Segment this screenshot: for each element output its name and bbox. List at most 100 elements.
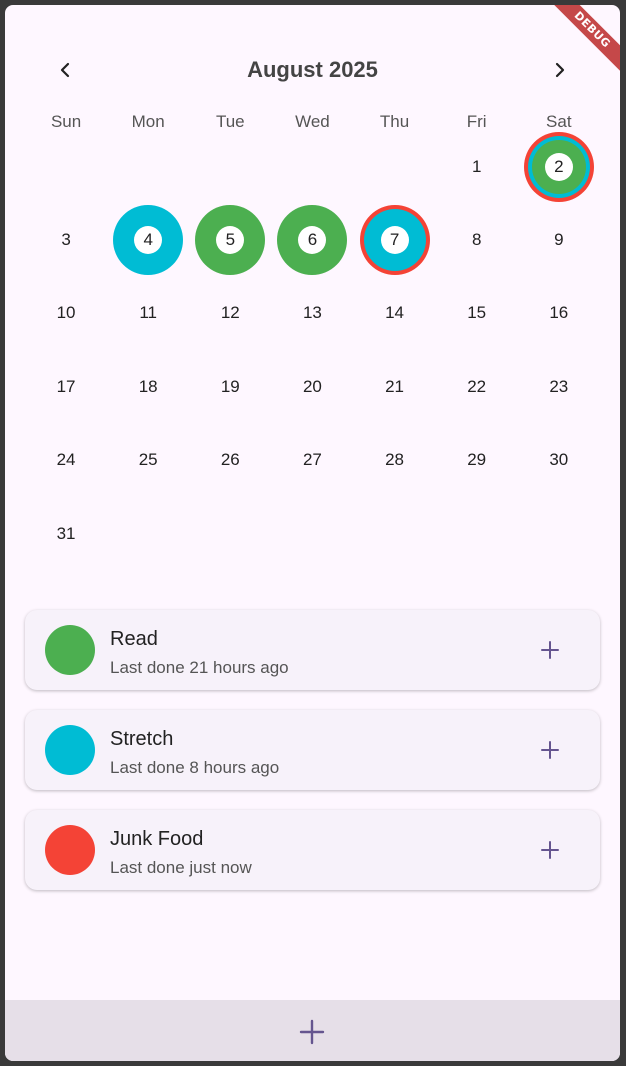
calendar-empty-cell [354,497,436,570]
calendar-day-27[interactable]: 27 [271,424,353,497]
day-number: 28 [385,450,405,470]
habit-name: Junk Food [110,828,204,850]
calendar-day-2[interactable]: 2 [518,130,600,203]
day-number: 20 [302,376,322,396]
day-number: 4 [143,230,153,250]
day-number: 14 [385,303,405,323]
calendar-day-5[interactable]: 5 [189,203,271,276]
calendar-week: 10 11 12 13 14 15 16 [25,277,600,350]
plus-icon [299,1019,325,1045]
habit-name: Read [110,628,158,650]
weekday-label: Fri [466,112,487,131]
weekday-label: Sat [546,112,572,131]
calendar-day-26[interactable]: 26 [189,424,271,497]
calendar-week: 24 25 26 27 28 29 30 [25,424,600,497]
calendar-empty-cell [189,130,271,203]
calendar-week: 3 4 5 6 7 8 9 [25,203,600,276]
habit-color-dot [45,725,95,775]
habit-last-done: Last done 21 hours ago [110,658,289,677]
next-month-button[interactable] [540,50,580,90]
calendar-empty-cell [25,130,107,203]
calendar-day-13[interactable]: 13 [271,277,353,350]
day-number: 29 [467,450,487,470]
calendar-empty-cell [189,497,271,570]
calendar-day-9[interactable]: 9 [518,203,600,276]
day-number: 6 [307,230,318,250]
calendar-day-4[interactable]: 4 [107,203,189,276]
calendar-day-11[interactable]: 11 [107,277,189,350]
calendar-empty-cell [107,497,189,570]
day-number: 30 [549,450,569,470]
day-number: 11 [139,303,158,323]
calendar-day-24[interactable]: 24 [25,424,107,497]
habit-color-dot [45,625,95,675]
add-entry-button[interactable] [530,630,570,670]
day-number: 8 [471,230,482,250]
calendar-day-19[interactable]: 19 [189,350,271,423]
habit-last-done: Last done 8 hours ago [110,758,280,777]
calendar-day-16[interactable]: 16 [518,277,600,350]
day-number: 2 [554,156,564,176]
weekday-label: Thu [379,112,410,131]
calendar-day-29[interactable]: 29 [436,424,518,497]
calendar-day-23[interactable]: 23 [518,350,600,423]
calendar-day-17[interactable]: 17 [25,350,107,423]
weekday-label: Wed [295,112,330,131]
day-number: 12 [220,303,240,323]
calendar-day-21[interactable]: 21 [354,350,436,423]
habit-list: Read Last done 21 hours ago Stretch Last… [25,610,600,910]
weekday-row: Sun Mon Tue Wed Thu Fri Sat [25,112,600,132]
habit-card-read[interactable]: Read Last done 21 hours ago [25,610,600,690]
calendar-day-20[interactable]: 20 [271,350,353,423]
calendar-week: 12 [25,130,600,203]
add-entry-button[interactable] [530,830,570,870]
weekday-label: Tue [215,112,245,131]
day-number: 16 [549,303,569,323]
calendar-day-22[interactable]: 22 [436,350,518,423]
weekday-label: Mon [131,112,165,131]
habit-card-junk-food[interactable]: Junk Food Last done just now [25,810,600,890]
habit-name: Stretch [110,728,174,750]
day-number: 7 [389,230,400,250]
calendar-day-1[interactable]: 1 [436,130,518,203]
app-screen: DEBUG August 2025 Sun Mon Tue Wed Thu Fr… [5,5,620,1061]
calendar-empty-cell [436,497,518,570]
calendar-day-28[interactable]: 28 [354,424,436,497]
habit-last-done: Last done just now [110,858,252,877]
plus-icon [541,741,559,759]
calendar-week: 17 18 19 20 21 22 23 [25,350,600,423]
chevron-right-icon [555,62,565,78]
day-number: 10 [56,303,76,323]
calendar-day-30[interactable]: 30 [518,424,600,497]
add-habit-button[interactable] [292,1012,332,1052]
calendar-day-25[interactable]: 25 [107,424,189,497]
calendar-day-3[interactable]: 3 [25,203,107,276]
day-number: 18 [138,376,158,396]
calendar-day-15[interactable]: 15 [436,277,518,350]
calendar-day-6[interactable]: 6 [271,203,353,276]
day-number: 26 [220,450,240,470]
day-number: 9 [554,230,564,250]
calendar-day-14[interactable]: 14 [354,277,436,350]
add-entry-button[interactable] [530,730,570,770]
month-title: August 2025 [247,57,378,82]
calendar-empty-cell [271,130,353,203]
day-number: 31 [56,523,76,543]
calendar-day-31[interactable]: 31 [25,497,107,570]
calendar-empty-cell [518,497,600,570]
calendar-day-18[interactable]: 18 [107,350,189,423]
calendar-day-12[interactable]: 12 [189,277,271,350]
calendar-empty-cell [271,497,353,570]
calendar-day-7[interactable]: 7 [354,203,436,276]
calendar-grid: 1 2 3 4 5 6 7 8 9 10 11 12 13 14 15 16 17 18 19 20 21 22 23 24 2… [25,130,600,570]
day-number: 19 [220,376,240,396]
day-number: 1 [471,156,482,176]
plus-icon [541,641,559,659]
day-number: 22 [467,376,487,396]
calendar-day-8[interactable]: 8 [436,203,518,276]
habit-card-stretch[interactable]: Stretch Last done 8 hours ago [25,710,600,790]
day-number: 13 [302,303,322,323]
calendar-day-10[interactable]: 10 [25,277,107,350]
day-number: 24 [56,450,76,470]
day-number: 25 [138,450,158,470]
